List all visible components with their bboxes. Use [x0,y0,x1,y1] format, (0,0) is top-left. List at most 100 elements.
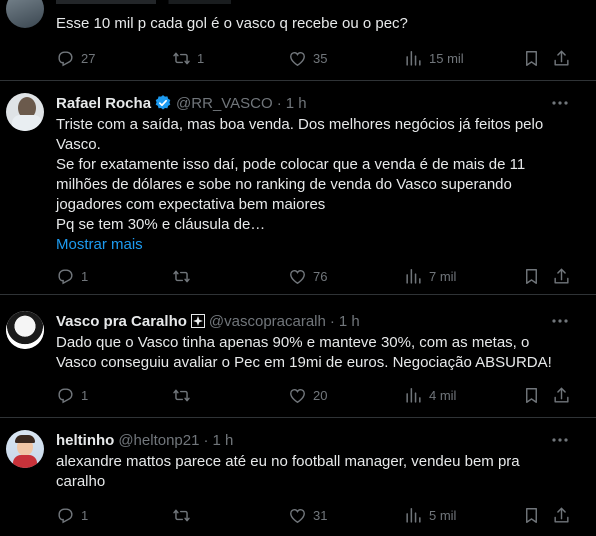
like-count: 20 [313,387,328,403]
reply-button[interactable]: 1 [56,383,88,407]
heart-icon [288,267,307,286]
verified-badge-icon [155,95,171,110]
retweet-icon [172,49,191,68]
display-name[interactable]: Vasco pra Caralho [56,313,187,330]
avatar[interactable] [6,311,44,349]
separator-dot: · [276,94,282,112]
tweet-header: heltinho @heltonp21 · 1 h [56,430,233,450]
reply-icon [56,386,75,405]
user-handle[interactable]: @heltonp21 [118,432,199,449]
bookmark-icon [522,267,541,286]
views-icon [404,267,423,286]
retweet-count: 1 [197,50,205,66]
retweet-button[interactable] [172,264,197,288]
tweet-header: Vasco pra Caralho @vascopracaralh · 1 h [56,311,360,331]
timestamp[interactable]: 1 h [286,95,307,112]
share-button[interactable] [552,503,571,527]
display-name[interactable]: heltinho [56,432,114,449]
reply-icon [56,506,75,525]
heart-icon [288,506,307,525]
tweet-card[interactable]: Vasco pra Caralho @vascopracaralh · 1 h … [0,295,596,418]
retweet-button[interactable] [172,383,197,407]
avatar[interactable] [6,93,44,131]
reply-icon [56,267,75,286]
bookmark-icon [522,386,541,405]
views-count: 4 mil [429,387,457,403]
share-icon [552,49,571,68]
like-button[interactable]: 31 [288,503,327,527]
reply-count: 27 [81,50,96,66]
reply-icon [56,49,75,68]
heart-icon [288,49,307,68]
more-options-icon[interactable] [550,432,570,448]
views-button[interactable]: 5 mil [404,503,456,527]
user-handle[interactable]: @vascopracaralh [209,313,326,330]
tweet-header: Rafael Rocha @RR_VASCO · 1 h [56,93,307,113]
cropped-header [56,0,306,4]
views-button[interactable]: 15 mil [404,46,464,70]
tweet-actions: 27 1 35 15 mil [0,46,596,70]
retweet-button[interactable] [172,503,197,527]
tweet-text-line: caralho [56,473,106,490]
tweet-text: Triste com a saída, mas boa venda. Dos m… [56,115,572,235]
share-icon [552,386,571,405]
views-button[interactable]: 7 mil [404,264,456,288]
tweet-card[interactable]: Rafael Rocha @RR_VASCO · 1 h Triste com … [0,81,596,295]
reply-count: 1 [81,268,89,284]
like-button[interactable]: 35 [288,46,327,70]
views-icon [404,49,423,68]
retweet-icon [172,386,191,405]
like-button[interactable]: 20 [288,383,327,407]
bookmark-button[interactable] [522,264,541,288]
reply-count: 1 [81,507,89,523]
separator-dot: · [203,431,209,449]
bookmark-button[interactable] [522,503,541,527]
more-options-icon[interactable] [550,95,570,111]
retweet-icon [172,267,191,286]
bookmark-button[interactable] [522,383,541,407]
separator-dot: · [329,312,335,330]
like-count: 35 [313,50,328,66]
tweet-text: Dado que o Vasco tinha apenas 90% e mant… [56,333,572,373]
views-count: 15 mil [429,50,464,66]
tweet-card[interactable]: Esse 10 mil p cada gol é o vasco q receb… [0,0,596,81]
show-more-link[interactable]: Mostrar mais [56,235,143,255]
heart-icon [288,386,307,405]
reply-button[interactable]: 27 [56,46,95,70]
share-button[interactable] [552,46,571,70]
avatar[interactable] [6,430,44,468]
views-button[interactable]: 4 mil [404,383,456,407]
tweet-actions: 1 76 7 mil [0,264,596,288]
tweet-text: Esse 10 mil p cada gol é o vasco q receb… [56,14,572,34]
tweet-text-line: Se for exatamente isso daí, pode colocar… [56,156,526,173]
bookmark-button[interactable] [522,46,541,70]
tweet-text-line: Vasco conseguiu avaliar o Pec em 19mi de… [56,354,552,371]
views-icon [404,386,423,405]
bookmark-icon [522,49,541,68]
like-count: 31 [313,507,328,523]
retweet-button[interactable]: 1 [172,46,204,70]
like-count: 76 [313,268,328,284]
reply-button[interactable]: 1 [56,503,88,527]
more-options-icon[interactable] [550,313,570,329]
user-handle[interactable]: @RR_VASCO [176,95,273,112]
tweet-text-line: Dado que o Vasco tinha apenas 90% e mant… [56,334,530,351]
share-button[interactable] [552,383,571,407]
timestamp[interactable]: 1 h [212,432,233,449]
share-icon [552,506,571,525]
views-icon [404,506,423,525]
tweet-text: alexandre mattos parece até eu no footba… [56,452,572,492]
tweet-text-line: alexandre mattos parece até eu no footba… [56,453,520,470]
like-button[interactable]: 76 [288,264,327,288]
tweet-text-line: Triste com a saída, mas boa venda. Dos m… [56,116,544,133]
display-name[interactable]: Rafael Rocha [56,95,151,112]
share-button[interactable] [552,264,571,288]
views-count: 5 mil [429,507,457,523]
tweet-text-line: Vasco. [56,136,101,153]
bookmark-icon [522,506,541,525]
avatar[interactable] [6,0,44,28]
vasco-cross-icon [190,314,205,328]
reply-button[interactable]: 1 [56,264,88,288]
tweet-card[interactable]: heltinho @heltonp21 · 1 h alexandre matt… [0,418,596,536]
timestamp[interactable]: 1 h [339,313,360,330]
